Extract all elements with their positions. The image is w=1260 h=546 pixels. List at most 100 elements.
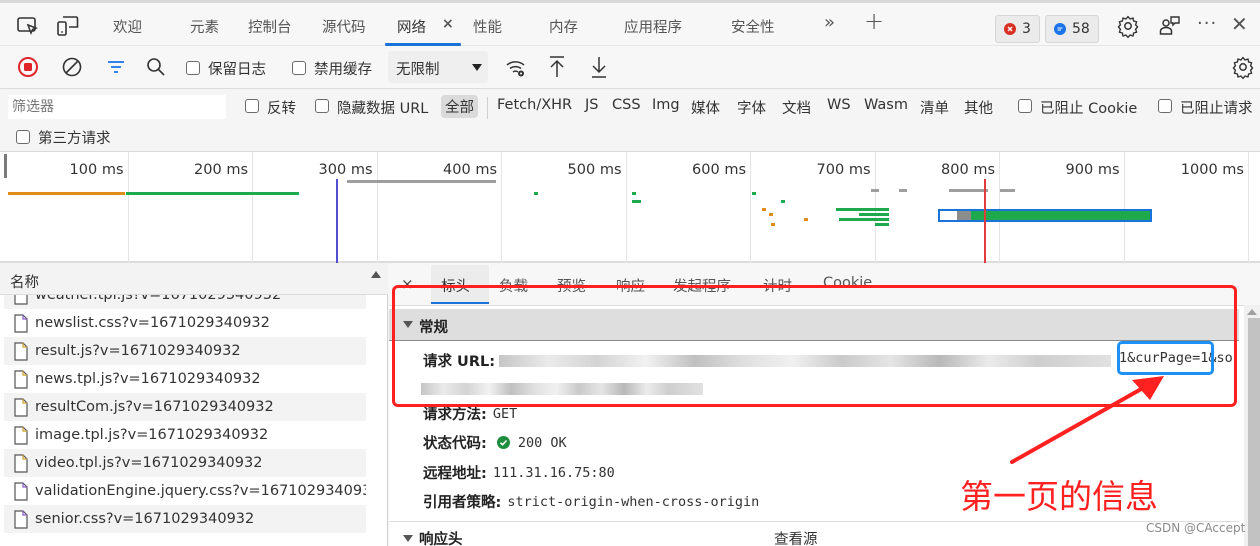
scroll-up-arrow-icon[interactable] (371, 271, 381, 278)
timeline-request-bar (346, 180, 496, 183)
timeline-request-bar (871, 189, 879, 192)
filter-type-ws[interactable]: WS (827, 97, 851, 113)
status-code-label: 状态代码: (423, 436, 487, 452)
response-headers-title: 响应头 (419, 532, 463, 546)
request-name: weather.tpl.js?v=1671029340932 (35, 295, 282, 303)
hide-data-urls-checkbox[interactable] (315, 99, 329, 113)
load-event-marker (984, 179, 986, 263)
close-devtools-icon[interactable]: ✕ (1231, 12, 1248, 36)
timeline-gridline (501, 152, 502, 263)
network-conditions-icon[interactable] (504, 56, 528, 84)
tab-elements[interactable]: 元素 (190, 16, 219, 37)
disable-cache-checkbox[interactable] (292, 61, 306, 75)
add-tab-icon[interactable]: + (864, 7, 884, 35)
request-name: resultCom.js?v=1671029340932 (35, 399, 274, 415)
request-row[interactable]: result.js?v=1671029340932 (4, 337, 366, 365)
tab-memory[interactable]: 内存 (549, 16, 578, 37)
timeline-request-bar (761, 208, 766, 211)
request-row[interactable]: news.tpl.js?v=1671029340932 (4, 365, 366, 393)
network-settings-gear-icon[interactable] (1231, 55, 1255, 83)
name-column-header[interactable]: 名称 (0, 263, 388, 295)
filter-type-font[interactable]: 字体 (737, 97, 766, 118)
timeline-overview[interactable]: 100 ms 200 ms 300 ms 400 ms 500 ms 600 ms 700 … (0, 152, 1260, 263)
third-party-checkbox[interactable] (16, 130, 30, 144)
timeline-request-bar (858, 213, 890, 216)
filter-type-wasm[interactable]: Wasm (864, 97, 908, 113)
more-tabs-icon[interactable]: » (824, 12, 835, 33)
hide-data-urls-label: 隐藏数据 URL (337, 101, 429, 117)
preserve-log-checkbox[interactable] (186, 61, 200, 75)
details-scroll-up-icon[interactable] (1247, 309, 1257, 315)
timeline-tick-label: 100 ms (69, 162, 124, 178)
inspect-element-icon[interactable] (16, 14, 40, 38)
filter-type-all[interactable]: 全部 (441, 95, 478, 118)
filter-type-fetch-xhr[interactable]: Fetch/XHR (497, 97, 572, 113)
tab-console[interactable]: 控制台 (248, 16, 292, 37)
close-tab-icon[interactable]: × (442, 16, 454, 32)
blocked-cookies-checkbox[interactable] (1018, 99, 1032, 113)
blocked-cookies-label: 已阻止 Cookie (1040, 101, 1138, 117)
request-row[interactable]: image.tpl.js?v=1671029340932 (4, 421, 366, 449)
request-row[interactable]: validationEngine.jquery.css?v=1671029340… (4, 477, 366, 505)
settings-gear-icon[interactable] (1116, 14, 1140, 39)
filter-type-manifest[interactable]: 清单 (920, 97, 949, 118)
tab-security[interactable]: 安全性 (731, 16, 775, 37)
timeline-drag-handle[interactable] (4, 154, 7, 178)
messages-badge[interactable]: 58 (1045, 15, 1099, 43)
details-scrollbar-thumb[interactable] (1248, 318, 1260, 546)
export-har-icon[interactable] (587, 54, 611, 84)
timeline-tick-label: 900 ms (1065, 162, 1120, 178)
view-source-link[interactable]: 查看源 (774, 528, 818, 546)
filter-type-img[interactable]: Img (652, 97, 680, 113)
request-row[interactable]: senior.css?v=1671029340932 (4, 505, 366, 533)
filter-type-js[interactable]: JS (585, 97, 598, 113)
request-row[interactable]: weather.tpl.js?v=1671029340932 (4, 295, 366, 309)
timeline-request-bar (631, 192, 636, 195)
devtools-window: 欢迎 元素 控制台 源代码 网络 × 性能 内存 应用程序 安全性 » + 3 … (0, 0, 1260, 546)
request-name: video.tpl.js?v=1671029340932 (35, 455, 263, 471)
tab-sources[interactable]: 源代码 (322, 16, 366, 37)
timeline-request-bar (874, 223, 890, 226)
throttling-select[interactable]: 无限制 (388, 51, 488, 83)
referrer-policy-value: strict-origin-when-cross-origin (507, 493, 760, 510)
css-file-icon (14, 509, 28, 529)
import-har-icon[interactable] (545, 54, 569, 84)
invert-checkbox[interactable] (245, 99, 259, 113)
more-options-icon[interactable]: ··· (1197, 13, 1217, 34)
filter-icon[interactable] (104, 55, 128, 83)
tab-welcome[interactable]: 欢迎 (113, 16, 142, 37)
filter-type-media[interactable]: 媒体 (691, 97, 720, 118)
request-name: validationEngine.jquery.css?v=1671029340… (35, 483, 366, 499)
timeline-selected-request[interactable] (938, 209, 1152, 222)
errors-badge[interactable]: 3 (995, 15, 1040, 43)
response-headers-section-header[interactable]: 响应头 查看源 (389, 523, 1239, 546)
js-file-icon (14, 425, 28, 445)
dropdown-caret-icon (472, 64, 482, 71)
tab-network[interactable]: 网络 (397, 16, 426, 37)
request-row[interactable]: video.tpl.js?v=1671029340932 (4, 449, 366, 477)
disable-cache-label: 禁用缓存 (314, 62, 372, 78)
request-row[interactable]: newslist.css?v=1671029340932 (4, 309, 366, 337)
record-icon[interactable] (16, 55, 40, 83)
blocked-requests-checkbox[interactable] (1158, 99, 1172, 113)
device-emulation-icon[interactable] (56, 14, 80, 38)
network-toolbar: 保留日志 禁用缓存 无限制 (0, 46, 1260, 89)
tab-performance[interactable]: 性能 (473, 16, 502, 37)
requests-list: 名称 weather.tpl.js?v=1671029340932 newslis… (0, 263, 388, 546)
filter-type-doc[interactable]: 文档 (782, 97, 811, 118)
message-icon (1054, 23, 1066, 35)
request-rows: weather.tpl.js?v=1671029340932 newslist.c… (4, 295, 366, 546)
filter-input[interactable] (8, 95, 226, 119)
request-name: result.js?v=1671029340932 (35, 343, 241, 359)
tab-application[interactable]: 应用程序 (624, 16, 682, 37)
status-code-row: 状态代码: 200 OK (423, 432, 567, 453)
request-name: newslist.css?v=1671029340932 (35, 315, 270, 331)
clear-icon[interactable] (60, 55, 84, 83)
timeline-gridline (376, 152, 378, 263)
request-row[interactable]: resultCom.js?v=1671029340932 (4, 393, 366, 421)
feedback-icon[interactable] (1158, 14, 1182, 38)
filter-type-css[interactable]: CSS (612, 97, 641, 113)
search-icon[interactable] (144, 55, 168, 83)
filter-type-other[interactable]: 其他 (964, 97, 993, 118)
timeline-request-bar (1000, 189, 1016, 192)
